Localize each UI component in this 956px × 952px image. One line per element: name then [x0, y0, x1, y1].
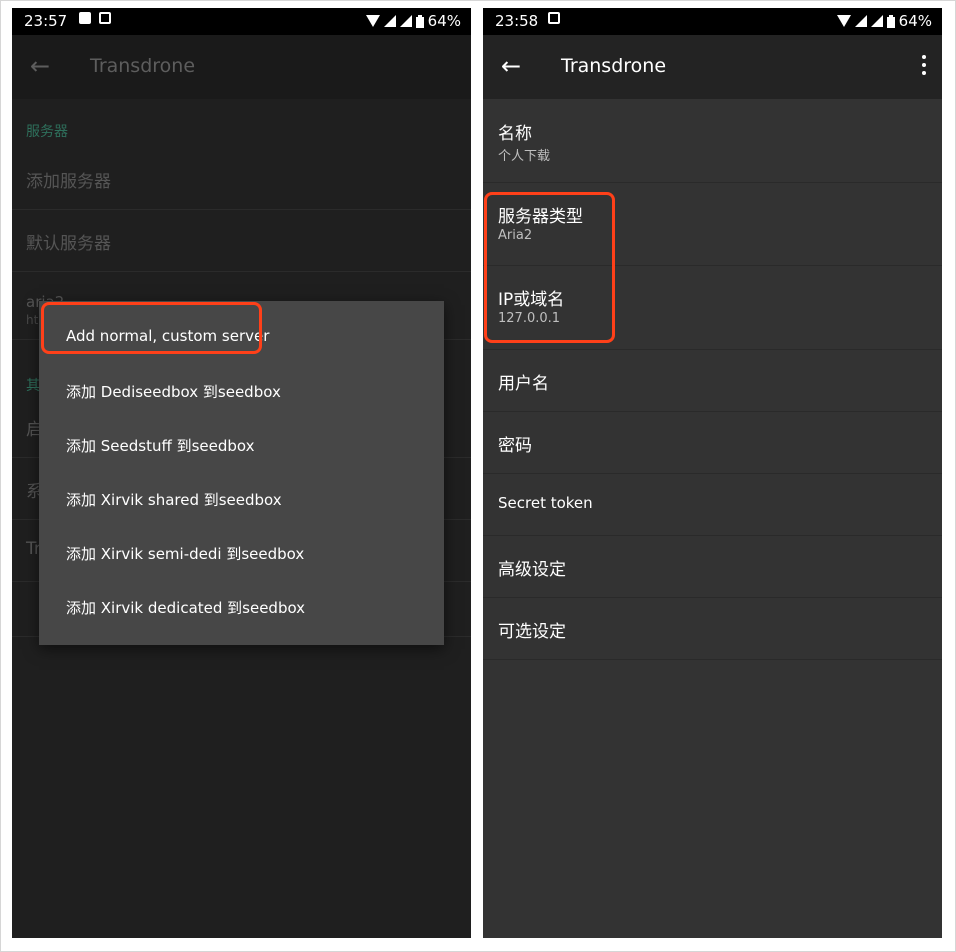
name-value: 个人下载 — [498, 149, 551, 164]
popup-item-xirvik-dedicated[interactable]: 添加 Xirvik dedicated 到seedbox — [39, 581, 444, 635]
left-phone-screen: 23:57 64% ← Transdrone 服务器 添加服务器 默认服务器 a… — [12, 8, 471, 938]
add-server-label: 添加服务器 — [26, 172, 111, 192]
optional-settings-row[interactable]: 可选设定 — [483, 597, 942, 660]
highlight-box-custom-server — [41, 302, 262, 354]
popup-item-label: 添加 Xirvik dedicated 到seedbox — [66, 599, 306, 617]
status-time: 23:57 — [24, 12, 68, 30]
status-time: 23:58 — [495, 12, 539, 30]
advanced-settings-row[interactable]: 高级设定 — [483, 535, 942, 598]
server-address-label: ht — [26, 313, 39, 327]
advanced-settings-label: 高级设定 — [498, 560, 566, 580]
signal-icon — [854, 15, 867, 27]
status-bar: 23:57 64% — [12, 8, 471, 35]
username-row[interactable]: 用户名 — [483, 349, 942, 412]
secret-token-row[interactable]: Secret token — [483, 473, 942, 536]
toolbar-title: Transdrone — [561, 55, 667, 77]
popup-item-xirvik-semi-dedi[interactable]: 添加 Xirvik semi-dedi 到seedbox — [39, 527, 444, 581]
notification-icons — [548, 12, 560, 24]
section-header-other: 其 — [26, 378, 40, 394]
overflow-menu-icon[interactable] — [922, 55, 928, 79]
popup-item-label: 添加 Dediseedbox 到seedbox — [66, 383, 281, 401]
secret-token-label: Secret token — [498, 494, 593, 512]
battery-icon — [886, 14, 895, 28]
battery-level: 64% — [427, 12, 461, 30]
notification-icons — [79, 12, 111, 24]
add-server-row[interactable]: 添加服务器 — [12, 147, 471, 210]
signal-icon-2 — [399, 15, 412, 27]
default-server-row[interactable]: 默认服务器 — [12, 209, 471, 272]
section-header-servers: 服务器 — [26, 124, 68, 140]
back-arrow-icon[interactable]: ← — [501, 52, 521, 80]
popup-item-label: 添加 Seedstuff 到seedbox — [66, 437, 255, 455]
username-label: 用户名 — [498, 374, 549, 394]
status-right: 64% — [836, 12, 932, 30]
popup-item-xirvik-shared[interactable]: 添加 Xirvik shared 到seedbox — [39, 473, 444, 527]
battery-icon — [415, 14, 424, 28]
name-row[interactable]: 名称 个人下载 — [483, 99, 942, 183]
optional-settings-label: 可选设定 — [498, 622, 566, 642]
toolbar-title: Transdrone — [90, 55, 196, 77]
signal-icon — [383, 15, 396, 27]
password-label: 密码 — [498, 436, 532, 456]
popup-item-label: 添加 Xirvik shared 到seedbox — [66, 491, 282, 509]
app-toolbar: ← Transdrone — [483, 35, 942, 99]
wifi-icon — [365, 15, 380, 27]
app-notification-icon — [548, 12, 560, 24]
highlight-box-server-type-ip — [484, 192, 615, 343]
popup-item-label: 添加 Xirvik semi-dedi 到seedbox — [66, 545, 305, 563]
default-server-label: 默认服务器 — [26, 234, 111, 254]
wifi-icon — [836, 15, 851, 27]
app-notification-icon — [99, 12, 111, 24]
battery-level: 64% — [898, 12, 932, 30]
app-toolbar: ← Transdrone — [12, 35, 471, 99]
password-row[interactable]: 密码 — [483, 411, 942, 474]
back-arrow-icon[interactable]: ← — [30, 52, 50, 80]
popup-item-dediseedbox[interactable]: 添加 Dediseedbox 到seedbox — [39, 365, 444, 419]
name-label: 名称 — [498, 124, 532, 144]
popup-item-seedstuff[interactable]: 添加 Seedstuff 到seedbox — [39, 419, 444, 473]
right-phone-screen: 23:58 64% ← Transdrone 名称 个人下载 服务器类型 Ari… — [483, 8, 942, 938]
status-bar: 23:58 64% — [483, 8, 942, 35]
signal-icon-2 — [870, 15, 883, 27]
image-notification-icon — [79, 12, 91, 24]
status-right: 64% — [365, 12, 461, 30]
